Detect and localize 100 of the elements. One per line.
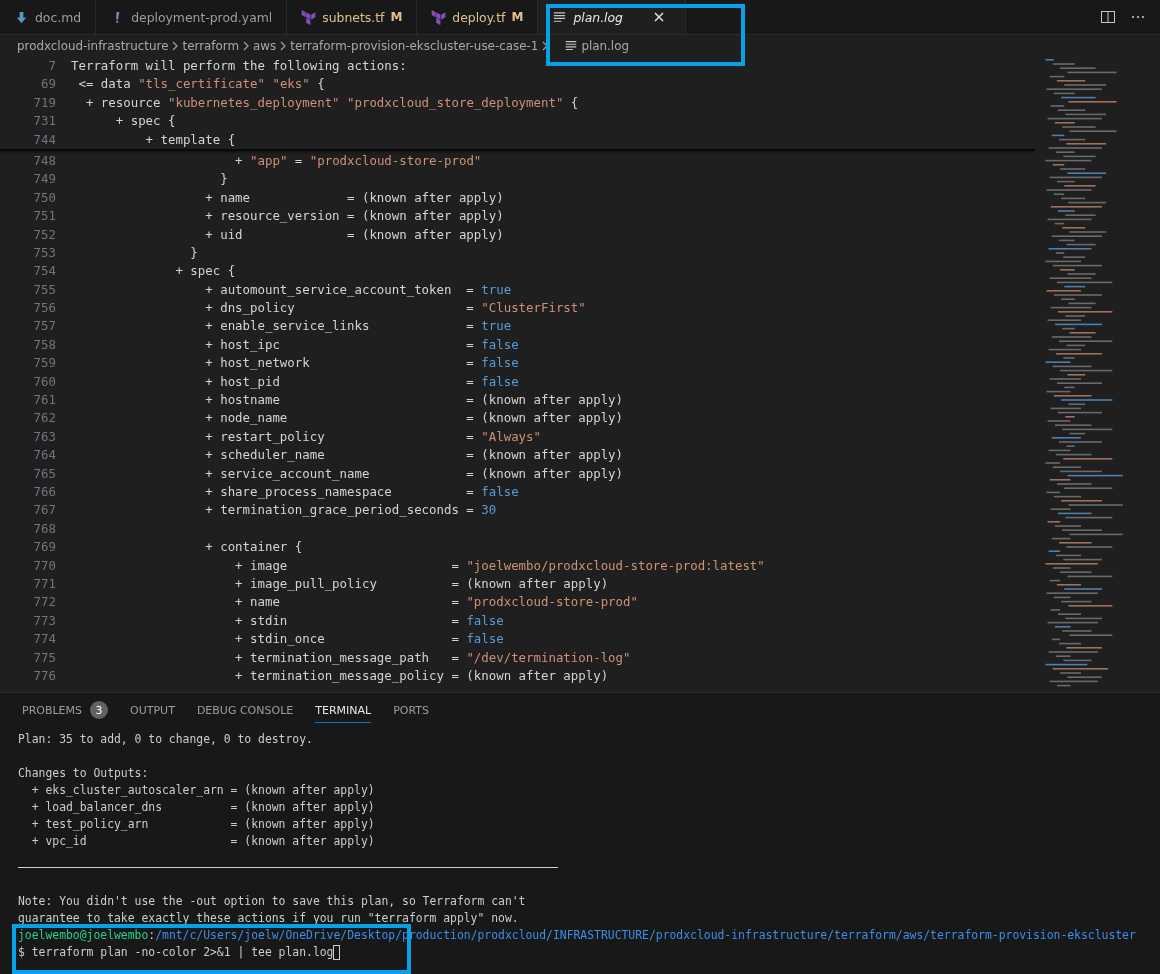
code-line: <= data "tls_certificate" "eks" { (77, 75, 325, 94)
line-number: 69 (40, 75, 57, 94)
line-number: 748 (32, 151, 57, 170)
code-line: + host_pid = false (204, 372, 519, 391)
code-line: + image_pull_policy = (known after apply) (234, 574, 609, 593)
breadcrumb-item[interactable]: terraform-provision-ekscluster-use-case-1 (290, 39, 539, 53)
breadcrumb-item[interactable]: terraform (182, 39, 240, 53)
code-line: + spec { (174, 262, 236, 281)
line-number: 753 (32, 243, 57, 262)
code-line: + host_network = false (204, 354, 519, 373)
code-line: + node_name = (known after apply) (204, 409, 624, 428)
code-line: + enable_service_links = true (204, 317, 512, 336)
line-number: 719 (32, 93, 57, 112)
line-number: 761 (32, 391, 57, 410)
code-line: + hostname = (known after apply) (204, 391, 624, 410)
line-number: 775 (32, 648, 57, 667)
code-line: + spec { (114, 112, 176, 131)
line-number: 760 (32, 372, 57, 391)
line-number: 764 (32, 446, 57, 465)
modified-status: M (511, 10, 524, 24)
terminal-line: + test_policy_arn = (known after apply) (30, 816, 376, 833)
code-line: + uid = (known after apply) (204, 225, 504, 244)
count-badge: 3 (90, 701, 109, 719)
code-line: + container { (204, 538, 303, 557)
chevron-right-icon (171, 40, 180, 52)
code-line: + name = "prodxcloud-store-prod" (234, 593, 638, 612)
line-number: 756 (32, 299, 57, 318)
line-number: 769 (32, 538, 57, 557)
panel-tab[interactable]: DEBUG CONSOLE (196, 697, 294, 723)
code-line: + "app" = "prodxcloud-store-prod" (234, 151, 482, 170)
line-number: 776 (32, 666, 57, 685)
code-line: + name = (known after apply) (204, 188, 504, 207)
code-line: + service_account_name = (known after apply) (204, 464, 624, 483)
tab-label: deploy.tf (452, 9, 506, 25)
line-number: 767 (32, 501, 57, 520)
close-icon[interactable] (653, 11, 665, 23)
tab-label: doc.md (35, 9, 82, 25)
code-line: + image = "joelwembo/prodxcloud-store-prod:latest" (234, 556, 765, 575)
panel-tab[interactable]: TERMINAL (315, 697, 372, 723)
terminal-line: Note: You didn't use the -out option to save this plan, so Terraform can't (18, 893, 527, 910)
code-line: + dns_policy = "ClusterFirst" (204, 299, 586, 318)
breadcrumb-item[interactable]: aws (253, 39, 277, 53)
modified-status: M (390, 10, 403, 24)
line-number: 763 (32, 427, 57, 446)
line-number: 772 (32, 593, 57, 612)
panel-tab[interactable]: OUTPUT (130, 697, 175, 723)
code-line: + termination_message_policy = (known after apply) (234, 666, 609, 685)
terminal-line: Plan: 35 to add, 0 to change, 0 to destroy. (18, 731, 314, 748)
line-number: 758 (32, 335, 57, 354)
code-line: + stdin_once = false (234, 630, 504, 649)
breadcrumb-item[interactable]: plan.log (581, 39, 629, 53)
line-number: 773 (32, 611, 57, 630)
line-number: 774 (32, 630, 57, 649)
line-number: 770 (32, 556, 57, 575)
line-number: 7 (47, 57, 57, 75)
line-number: 771 (32, 574, 57, 593)
line-number: 759 (32, 354, 57, 373)
code-line: + resource_version = (known after apply) (204, 207, 504, 226)
breadcrumb-item[interactable]: prodxcloud-infrastructure (17, 39, 169, 53)
code-line: + termination_message_path = "/dev/termination-log" (234, 648, 631, 667)
line-number: 751 (32, 207, 57, 226)
terminal-line: Changes to Outputs: (18, 765, 150, 782)
terraform-icon (301, 9, 317, 25)
line-number: 768 (32, 519, 57, 538)
code-line: + resource "kubernetes_deployment" "prodxcloud_store_deployment" { (84, 93, 579, 112)
code-line: + restart_policy = "Always" (204, 427, 541, 446)
code-line: } (189, 243, 198, 262)
terminal-line: + vpc_id = (known after apply) (30, 833, 376, 850)
code-line: + scheduler_name = (known after apply) (204, 446, 624, 465)
line-number: 757 (32, 317, 57, 336)
code-line: + termination_grace_period_seconds = 30 (204, 501, 497, 520)
code-line: } (219, 170, 228, 189)
line-number: 754 (32, 262, 57, 281)
code-line: + stdin = false (234, 611, 504, 630)
split-editor-icon[interactable] (1100, 9, 1116, 25)
line-number: 749 (32, 170, 57, 189)
line-number: 766 (32, 483, 57, 501)
tab-label: deployment-prod.yaml (131, 9, 273, 25)
panel-tab[interactable]: PROBLEMS 3 (22, 695, 109, 725)
line-number: 752 (32, 225, 57, 244)
terminal-line: guarantee to take exactly these actions if you run "terraform apply" now. (18, 910, 520, 927)
terminal-line: + load_balancer_dns = (known after apply) (30, 799, 376, 816)
tab-label: subnets.tf (322, 9, 385, 25)
code-line: Terraform will perform the following actions: (71, 57, 407, 75)
terraform-icon (431, 9, 447, 25)
code-line: + automount_service_account_token = true (204, 280, 512, 299)
code-line: + share_process_namespace = false (204, 483, 519, 501)
terminal-line: + eks_cluster_autoscaler_arn = (known after apply) (30, 782, 376, 799)
text-lines-icon (552, 9, 568, 25)
chevron-right-icon (279, 40, 288, 52)
line-number: 765 (32, 464, 57, 483)
line-number: 755 (32, 280, 57, 299)
text-lines-icon (564, 39, 579, 53)
code-line: + host_ipc = false (204, 335, 519, 354)
line-number: 762 (32, 409, 57, 428)
code-line: + template { (144, 130, 236, 149)
panel-tab[interactable]: PORTS (393, 697, 429, 723)
chevron-right-icon (242, 40, 251, 52)
line-number: 744 (32, 130, 57, 149)
line-number: 731 (32, 112, 57, 131)
